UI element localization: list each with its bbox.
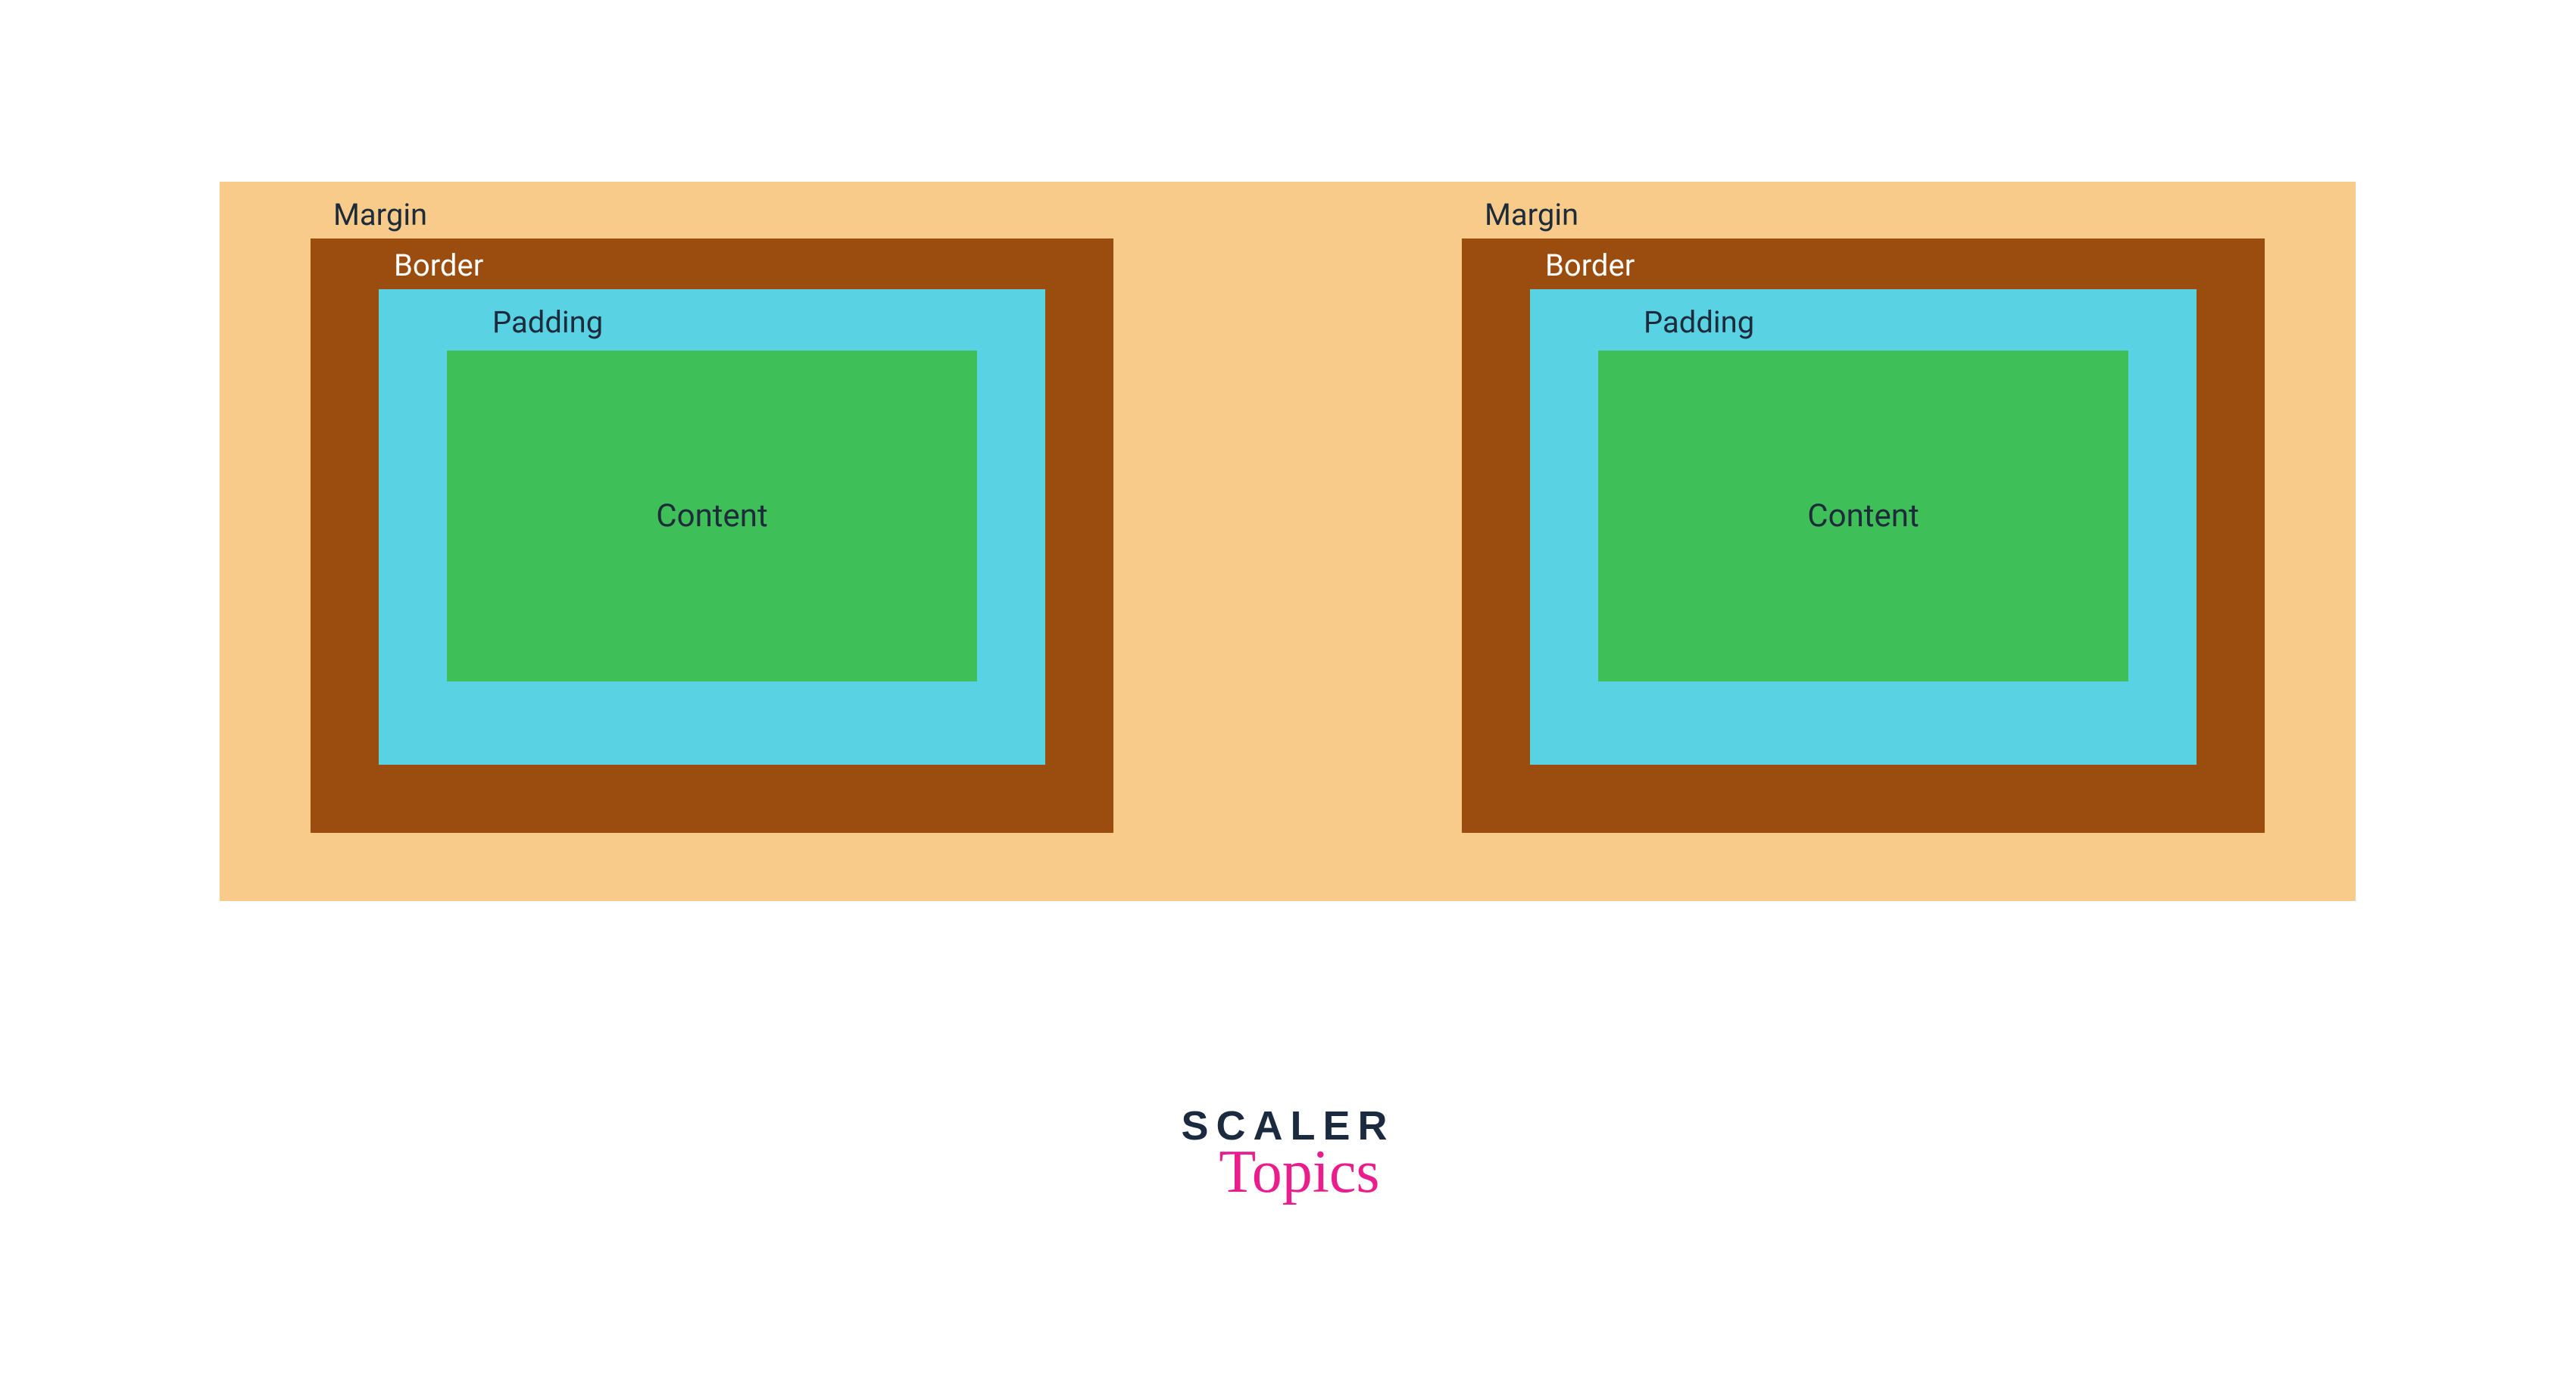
padding-region: Padding Content <box>379 289 1045 765</box>
scaler-topics-logo: SCALER Topics <box>1181 1105 1394 1202</box>
content-label: Content <box>1807 497 1919 535</box>
padding-label: Padding <box>1644 304 2128 340</box>
box-model-left: Margin Border Padding Content <box>220 182 1204 901</box>
border-label: Border <box>394 248 1045 283</box>
margin-label: Margin <box>333 197 1113 232</box>
box-model-diagram: Margin Border Padding Content Margin Bor… <box>220 182 2356 901</box>
border-region: Border Padding Content <box>1462 239 2265 833</box>
content-label: Content <box>656 497 767 535</box>
padding-label: Padding <box>492 304 977 340</box>
border-label: Border <box>1545 248 2197 283</box>
border-region: Border Padding Content <box>311 239 1113 833</box>
margin-label: Margin <box>1485 197 2265 232</box>
content-region: Content <box>1598 351 2128 681</box>
padding-region: Padding Content <box>1530 289 2197 765</box>
logo-wordmark-bottom: Topics <box>1204 1142 1394 1202</box>
box-model-right: Margin Border Padding Content <box>1371 182 2356 901</box>
content-region: Content <box>447 351 977 681</box>
